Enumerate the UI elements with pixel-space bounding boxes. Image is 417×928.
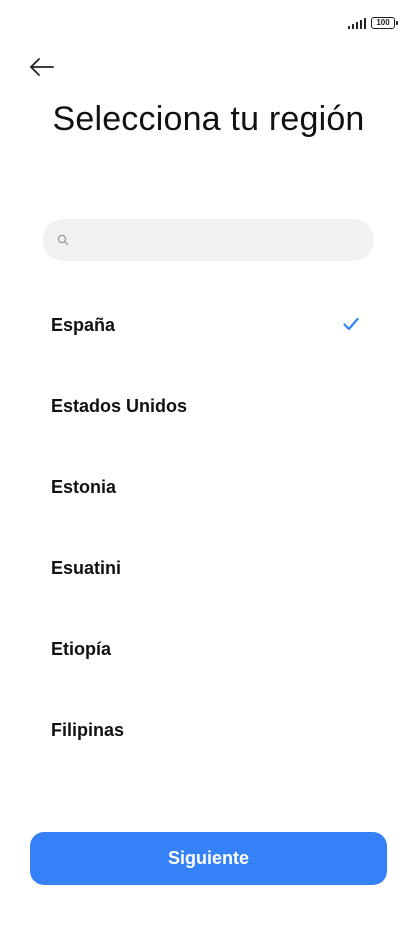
status-bar: 100 — [347, 14, 398, 32]
region-item-filipinas[interactable]: Filipinas — [0, 690, 417, 771]
region-label: España — [51, 315, 116, 335]
arrow-left-icon — [30, 58, 54, 76]
search-input[interactable] — [77, 219, 357, 261]
region-label: Esuatini — [51, 558, 122, 578]
region-item-estados-unidos[interactable]: Estados Unidos — [0, 366, 417, 447]
region-item-estonia[interactable]: Estonia — [0, 447, 417, 528]
region-item-esuatini[interactable]: Esuatini — [0, 528, 417, 609]
battery-level: 100 — [376, 18, 390, 27]
region-item-etiopia[interactable]: Etiopía — [0, 609, 417, 690]
region-item-espana[interactable]: España — [0, 285, 417, 366]
battery-icon: 100 — [371, 17, 398, 29]
checkmark-icon — [343, 317, 359, 331]
region-label: Filipinas — [51, 720, 125, 740]
search-icon — [57, 234, 69, 246]
region-label: Estonia — [51, 477, 117, 497]
region-label: Etiopía — [51, 639, 112, 659]
region-label: Estados Unidos — [51, 396, 188, 416]
next-button[interactable]: Siguiente — [30, 832, 387, 885]
back-button[interactable] — [26, 52, 58, 82]
search-bar[interactable] — [43, 219, 374, 261]
page-title: Selecciona tu región — [52, 100, 365, 138]
region-list: España Estados Unidos Estonia Esuatini E… — [0, 285, 417, 771]
cellular-signal-icon — [347, 17, 366, 29]
